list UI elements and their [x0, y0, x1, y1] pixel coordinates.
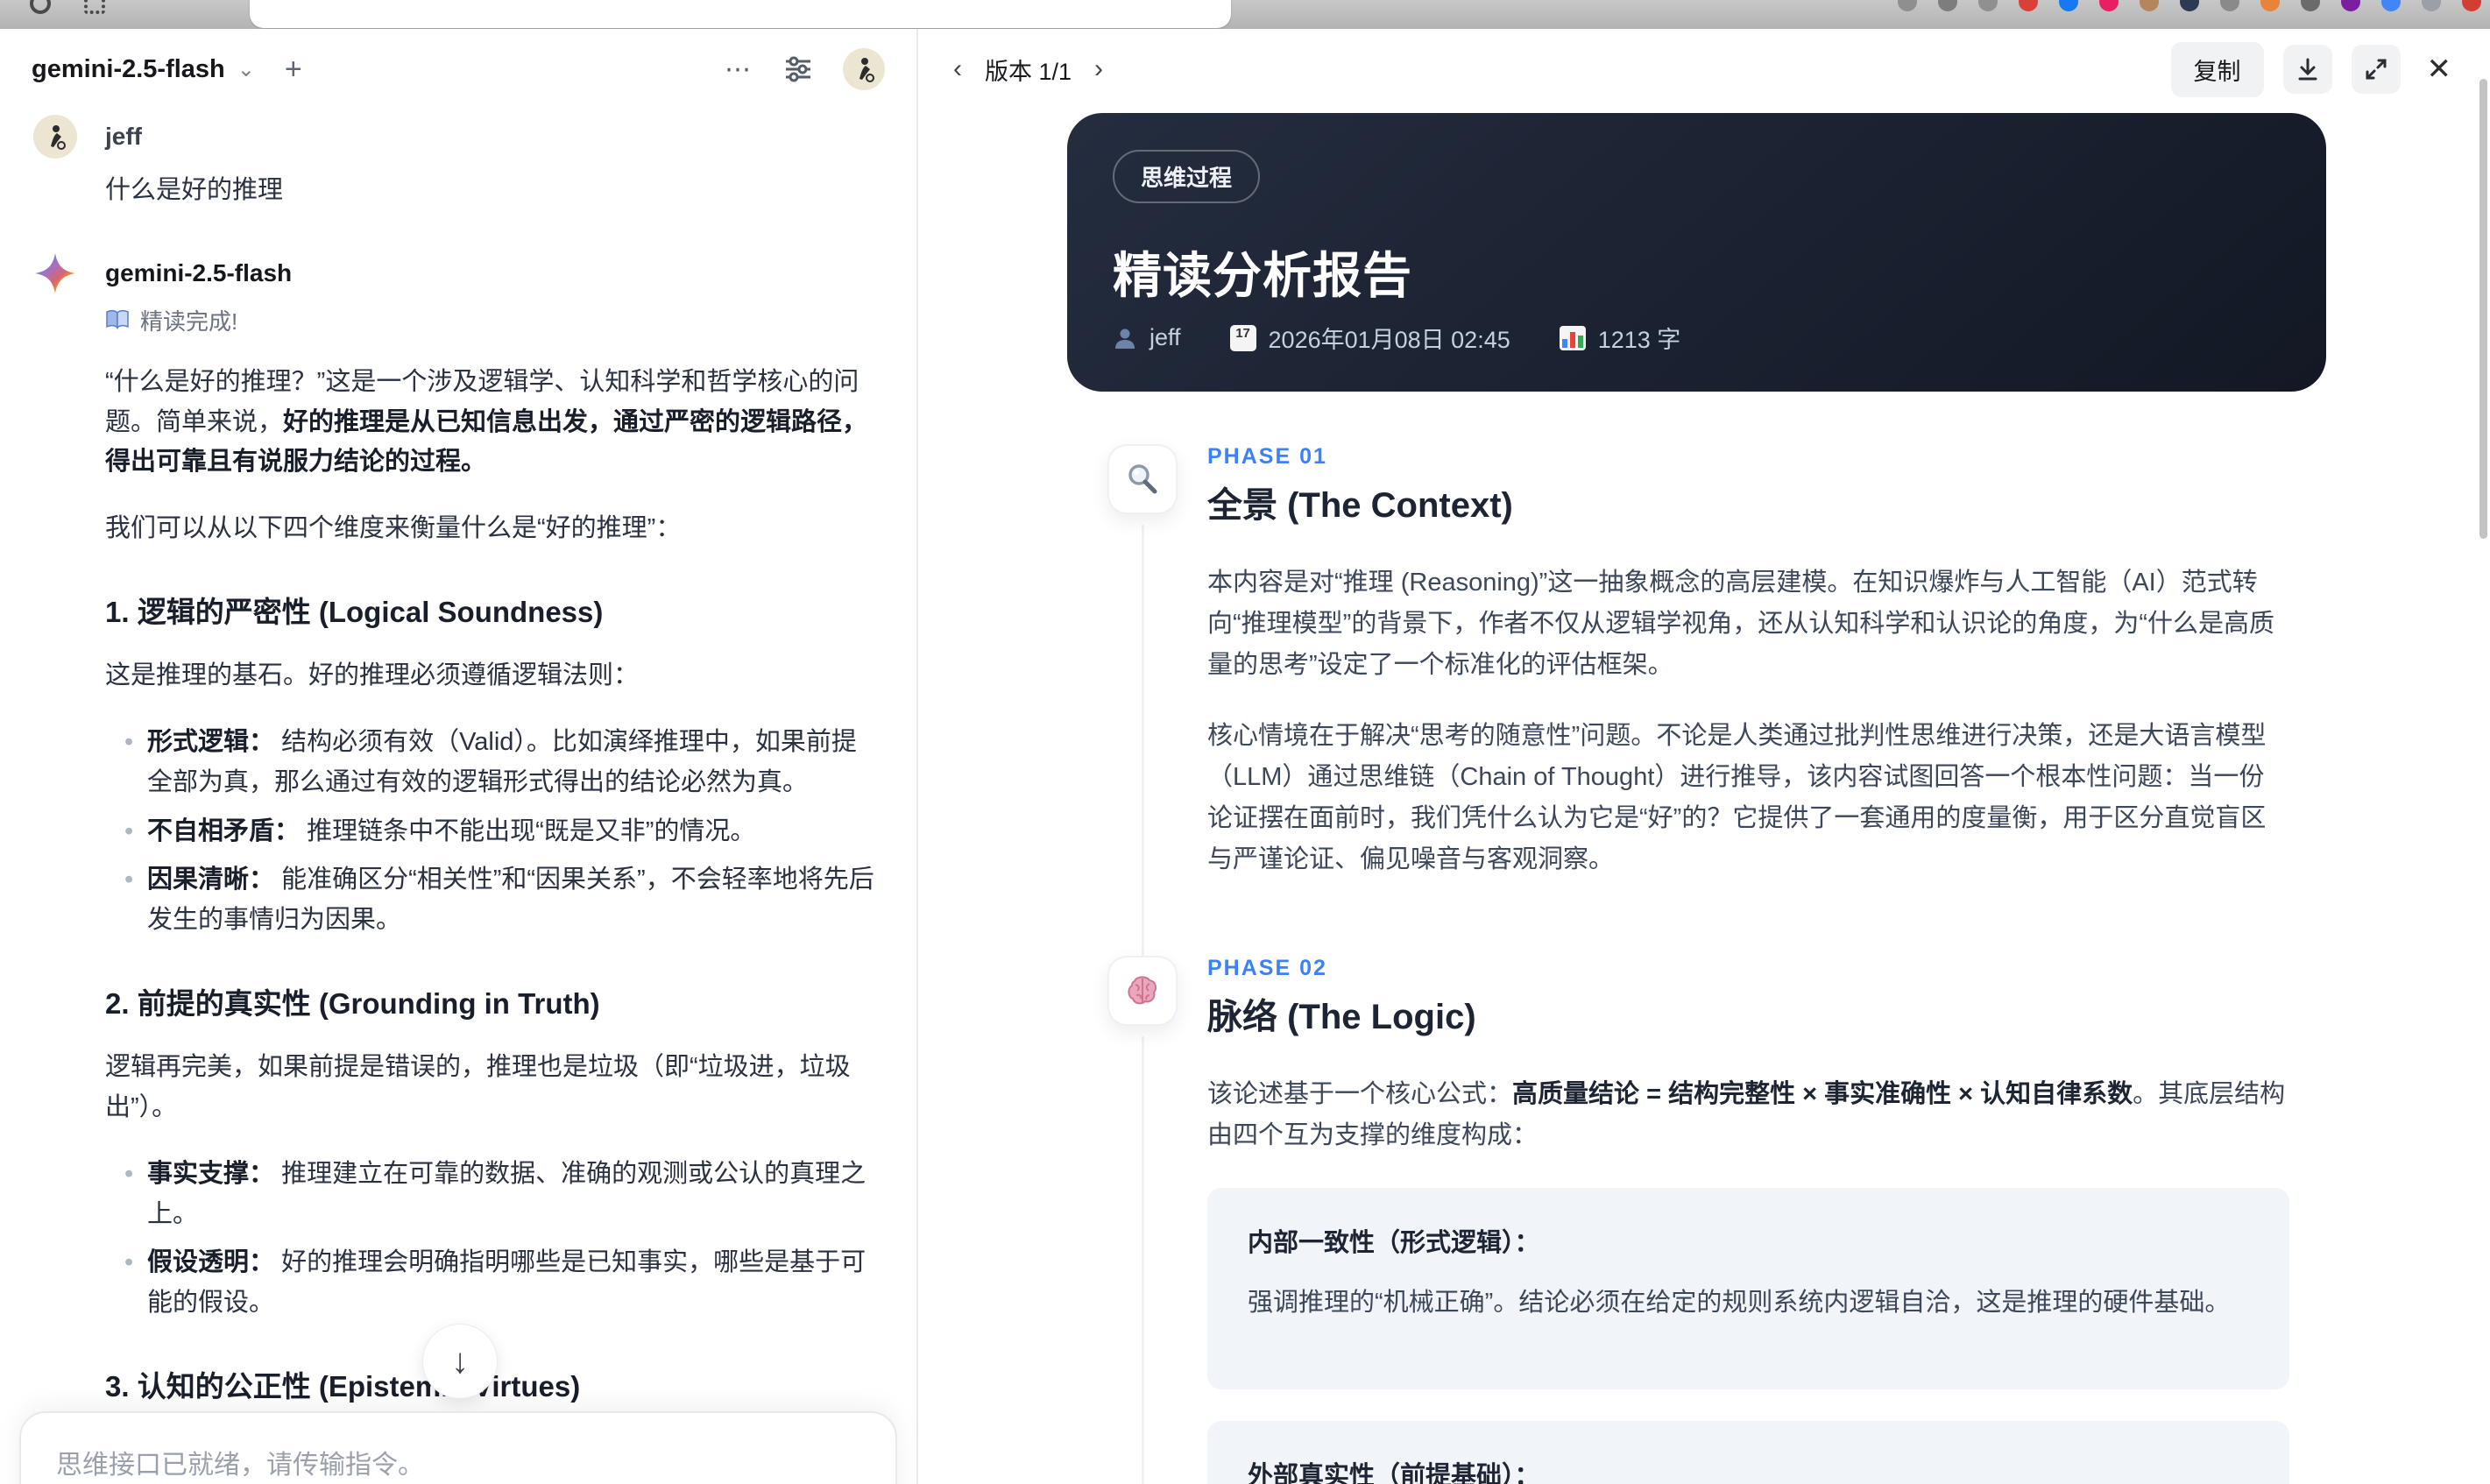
assistant-status: 精读完成! — [105, 304, 878, 336]
browser-nav-icon[interactable] — [30, 0, 51, 14]
report-datetime: 17 2026年01月08日 02:45 — [1229, 321, 1510, 355]
phase-title: 全景 (The Context) — [1207, 486, 1513, 525]
copy-button[interactable]: 复制 — [2170, 41, 2264, 97]
gemini-star-icon — [33, 251, 77, 295]
report-hero-card: 思维过程 精读分析报告 jeff 17 2026年01月08日 02:45 12… — [1067, 113, 2326, 392]
fullscreen-icon[interactable] — [2351, 45, 2401, 94]
assistant-name: gemini-2.5-flash — [105, 258, 293, 286]
list-item: 不自相矛盾： 推理链条中不能出现“既是又非”的情况。 — [105, 812, 881, 852]
chat-panel: gemini-2.5-flash ⌄ + ⋯ jeff 什么是好的推理 gemi… — [0, 29, 918, 1484]
version-prev-icon[interactable]: ‹ — [953, 54, 962, 84]
version-next-icon[interactable]: › — [1094, 54, 1103, 84]
phase-label: PHASE 02 — [1207, 955, 1327, 980]
more-menu-icon[interactable]: ⋯ — [725, 54, 753, 85]
phase-section-2: PHASE 02 脉络 (The Logic) 该论述基于一个核心公式：高质量结… — [1067, 955, 2326, 1484]
extension-icon[interactable] — [2059, 0, 2078, 11]
scroll-to-bottom-button[interactable]: ↓ — [422, 1324, 498, 1399]
message-composer[interactable]: 思维接口已就绪，请传输指令。 — [19, 1411, 897, 1484]
artifact-panel: ‹ 版本 1/1 › 复制 ✕ 思维过程 精读分析报告 jeff 17 2026… — [918, 29, 2490, 1484]
chat-header: gemini-2.5-flash ⌄ + ⋯ — [0, 29, 916, 110]
extension-icon[interactable] — [2180, 0, 2199, 11]
magnifier-icon — [1107, 444, 1178, 514]
assistant-message: gemini-2.5-flash 精读完成! “什么是好的推理？”这是一个涉及逻… — [33, 251, 878, 1484]
card-body: 强调推理的“机械正确”。结论必须在给定的规则系统内逻辑自洽，这是推理的硬件基础。 — [1248, 1288, 2231, 1317]
extension-icon[interactable] — [2422, 0, 2441, 11]
extension-icon[interactable] — [2301, 0, 2320, 11]
version-label: 版本 1/1 — [985, 58, 1072, 85]
browser-toolbar — [0, 0, 2490, 29]
composer-input[interactable]: 思维接口已就绪，请传输指令。 — [56, 1443, 860, 1481]
dimension-card-1: 内部一致性（形式逻辑）： 强调推理的“机械正确”。结论必须在给定的规则系统内逻辑… — [1207, 1187, 2289, 1389]
dimension-card-2: 外部真实性（前提基础）： 强调推理的“经验校准”。解决“GIGO（垃圾进，垃圾出… — [1207, 1420, 2289, 1484]
artifact-toolbar: ‹ 版本 1/1 › 复制 ✕ — [918, 29, 2490, 110]
extension-icon[interactable] — [1898, 0, 1917, 11]
browser-apps-icon[interactable] — [84, 0, 105, 14]
user-name: jeff — [105, 123, 142, 150]
download-icon[interactable] — [2282, 45, 2332, 94]
report-word-count: 1213 字 — [1559, 321, 1680, 355]
extension-icon[interactable] — [2260, 0, 2280, 11]
phase-section-1: PHASE 01 全景 (The Context) 本内容是对“推理 (Reas… — [1067, 444, 2326, 956]
extension-icons-row — [1898, 0, 2481, 11]
list-item: 形式逻辑： 结构必须有效（Valid）。比如演绎推理中，如果前提全部为真，那么通… — [105, 723, 881, 803]
card-title: 内部一致性（形式逻辑）： — [1248, 1228, 1540, 1257]
book-icon — [105, 309, 130, 330]
extension-icon[interactable] — [2019, 0, 2038, 11]
extension-icon[interactable] — [2381, 0, 2401, 11]
close-icon[interactable]: ✕ — [2427, 52, 2452, 87]
extension-icon[interactable] — [2140, 0, 2159, 11]
report-badge: 思维过程 — [1113, 150, 1261, 203]
list-item: 事实支撑： 推理建立在可靠的数据、准确的观测或公认的真理之上。 — [105, 1155, 881, 1235]
extension-icon[interactable] — [1938, 0, 1957, 11]
assistant-status-text: 精读完成! — [140, 307, 238, 335]
chat-message-list[interactable]: jeff 什么是好的推理 gemini-2.5-flash 精读完成! “什么是… — [0, 110, 916, 1484]
user-message-text: 什么是好的推理 — [105, 176, 284, 204]
settings-sliders-icon[interactable] — [783, 54, 813, 84]
extension-icon[interactable] — [1978, 0, 1998, 11]
extension-icon[interactable] — [2462, 0, 2481, 11]
new-chat-button[interactable]: + — [285, 54, 302, 84]
timeline-connector — [1142, 525, 1144, 956]
list-item: 假设透明： 好的推理会明确指明哪些是已知事实，哪些是基于可能的假设。 — [105, 1243, 881, 1324]
report-document[interactable]: 思维过程 精读分析报告 jeff 17 2026年01月08日 02:45 12… — [1067, 113, 2326, 1484]
chevron-down-icon[interactable]: ⌄ — [237, 57, 255, 82]
timeline-connector — [1142, 1035, 1144, 1484]
assistant-message-text: “什么是好的推理？”这是一个涉及逻辑学、认知科学和哲学核心的问题。简单来说，好的… — [105, 363, 881, 1484]
user-avatar — [33, 115, 77, 159]
extension-icon[interactable] — [2220, 0, 2239, 11]
scrollbar-thumb[interactable] — [2479, 79, 2487, 539]
model-selector[interactable]: gemini-2.5-flash — [32, 55, 225, 84]
card-title: 外部真实性（前提基础）： — [1248, 1461, 1540, 1484]
report-title: 精读分析报告 — [1113, 248, 1412, 303]
user-message: jeff 什么是好的推理 — [33, 115, 878, 211]
section-heading: 2. 前提的真实性 (Grounding in Truth) — [105, 987, 600, 1021]
person-icon — [1113, 326, 1137, 350]
bar-chart-icon — [1559, 325, 1586, 350]
brain-icon — [1107, 955, 1178, 1026]
url-bar[interactable] — [250, 0, 1231, 28]
avatar[interactable] — [843, 48, 885, 90]
phase-paragraph: 该论述基于一个核心公式：高质量结论 = 结构完整性 × 事实准确性 × 认知自律… — [1207, 1079, 2286, 1149]
extension-icon[interactable] — [2099, 0, 2119, 11]
phase-paragraph: 核心情境在于解决“思考的随意性”问题。不论是人类通过批判性思维进行决策，还是大语… — [1207, 721, 2267, 873]
extension-icon[interactable] — [2341, 0, 2360, 11]
phase-paragraph: 本内容是对“推理 (Reasoning)”这一抽象概念的高层建模。在知识爆炸与人… — [1207, 569, 2274, 679]
report-author: jeff — [1113, 324, 1181, 351]
section-heading: 1. 逻辑的严密性 (Logical Soundness) — [105, 596, 604, 629]
calendar-icon: 17 — [1229, 324, 1256, 351]
list-item: 因果清晰： 能准确区分“相关性”和“因果关系”，不会轻率地将先后发生的事情归为因… — [105, 860, 881, 941]
phase-title: 脉络 (The Logic) — [1207, 997, 1476, 1036]
phase-label: PHASE 01 — [1207, 444, 1327, 469]
